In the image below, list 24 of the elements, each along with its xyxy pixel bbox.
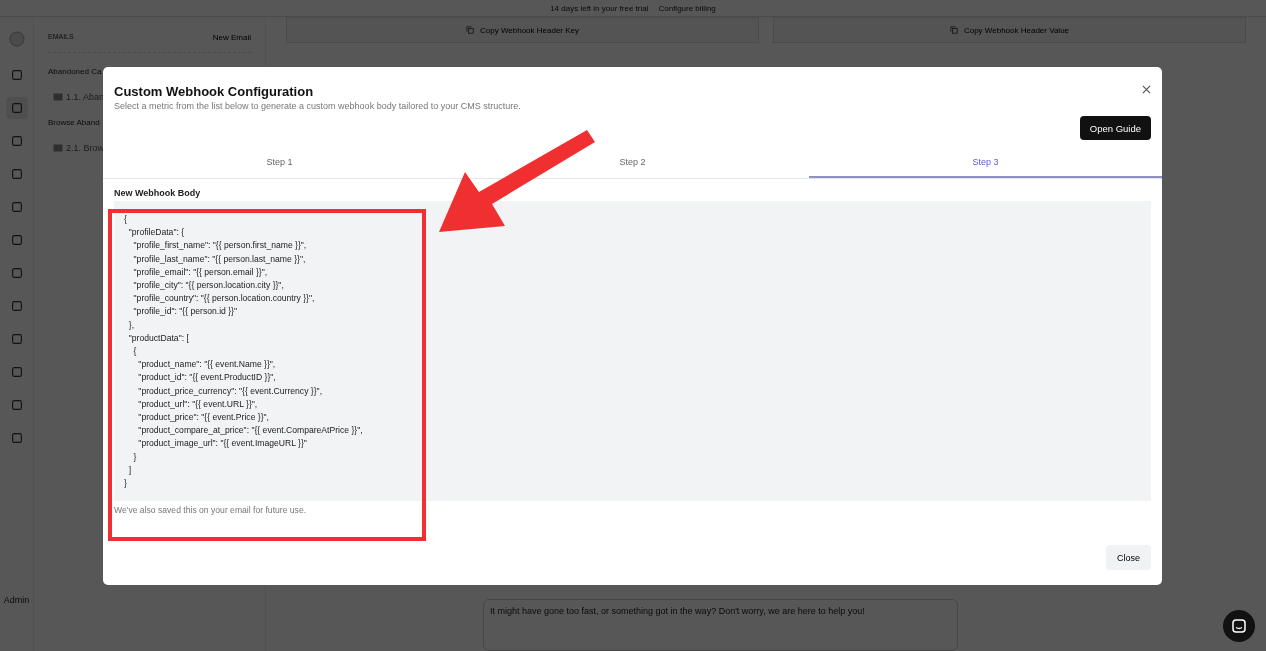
chat-button[interactable] [1223,610,1255,642]
helper-text: We've also saved this on your email for future use. [114,505,308,515]
user-name[interactable]: Admin [3,595,30,605]
dialog-title: Custom Webhook Configuration [114,84,314,99]
step-tab[interactable]: Step 1 [103,148,456,178]
open-guide-button[interactable]: Open Guide [1079,116,1151,140]
mail-icon [53,144,63,152]
step-tab[interactable]: Step 3 [809,148,1162,178]
copy-icon [949,26,958,34]
mail-icon [53,93,63,101]
step-tab[interactable]: Step 2 [456,148,809,178]
dialog-subtitle: Select a metric from the list below to generate a custom webhook body tailored to your CMS structure. [114,101,522,111]
chat-icon [1231,618,1247,634]
code-block: { "profileData": { "profile_first_name": "{{ person.first_name }}", "profile_last_name": "{{ person.last_name }}", "profile_email": "{{ person.email }}", "profile_city": "{{ person.location.city }}", "profile_country": "{{ person.location.country }}", "profile_id": "{{ person.id }}" }, "productData": [ { "product_name": "{{ event.Name }}", "product_id": "{{ event.ProductID }}", "product_price_currency": "{{ event.Currency }}", "product_url": "{{ event.URL }}", "product_price": "{{ event.Price }}", "product_compare_at_price": "{{ event.CompareAtPrice }}", "product_image_url": "{{ event.ImageURL }}" } ] } [114,201,1151,501]
field-label: New Webhook Body [114,188,202,198]
close-icon[interactable] [1140,83,1152,95]
close-button[interactable]: Close [1106,545,1151,570]
message-field[interactable]: It might have gone too fast, or something got in the way? Don't worry, we are here to help you! [483,599,958,651]
copy-button[interactable]: Copy Webhook Header Value [773,17,1246,43]
copy-button[interactable]: Copy Webhook Header Key [286,17,759,43]
new-email-button[interactable]: New Email [212,33,251,42]
logo-icon [8,31,25,47]
configure-billing-link[interactable]: Configure billing [658,3,716,13]
copy-icon [466,26,474,34]
